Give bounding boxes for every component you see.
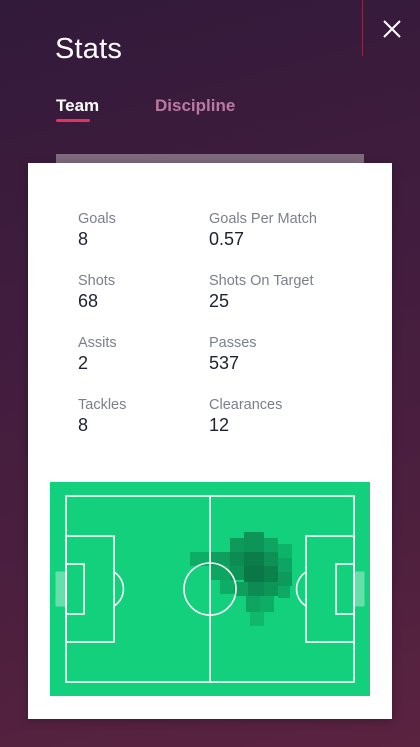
stat-label: Assits xyxy=(78,335,117,351)
stat-goals-per-match: Goals Per Match 0.57 xyxy=(209,210,317,250)
stat-value: 68 xyxy=(78,291,99,311)
stat-value: 537 xyxy=(209,353,240,373)
stat-clearances: Clearances 12 xyxy=(209,396,282,436)
right-goal xyxy=(353,571,365,607)
left-goal xyxy=(55,571,67,607)
stat-goals: Goals 8 xyxy=(78,210,116,250)
stat-assists: Assits 2 xyxy=(78,334,117,374)
stat-value: 8 xyxy=(78,229,89,249)
stat-label: Shots On Target xyxy=(209,273,314,289)
stat-passes: Passes 537 xyxy=(209,334,257,374)
close-icon xyxy=(383,20,401,38)
tab-discipline[interactable]: Discipline xyxy=(155,96,235,116)
stat-label: Goals Per Match xyxy=(209,211,317,227)
stat-value: 25 xyxy=(209,291,230,311)
stat-shots: Shots 68 xyxy=(78,272,115,312)
card-header-strip xyxy=(56,154,364,163)
stat-value: 8 xyxy=(78,415,89,435)
stat-label: Passes xyxy=(209,335,257,351)
football-pitch-heatmap xyxy=(50,482,370,696)
page-title: Stats xyxy=(55,33,123,65)
stat-value: 12 xyxy=(209,415,230,435)
stat-value: 2 xyxy=(78,353,89,373)
stat-label: Tackles xyxy=(78,397,127,413)
stat-label: Shots xyxy=(78,273,116,289)
close-button[interactable] xyxy=(378,15,406,43)
stat-tackles: Tackles 8 xyxy=(78,396,126,436)
stat-label: Goals xyxy=(78,211,116,227)
stat-shots-on-target: Shots On Target 25 xyxy=(209,272,314,312)
header-divider xyxy=(362,0,363,56)
active-tab-indicator xyxy=(56,119,90,122)
tab-team[interactable]: Team xyxy=(56,96,99,116)
stat-value: 0.57 xyxy=(209,229,245,249)
stat-label: Clearances xyxy=(209,397,283,413)
